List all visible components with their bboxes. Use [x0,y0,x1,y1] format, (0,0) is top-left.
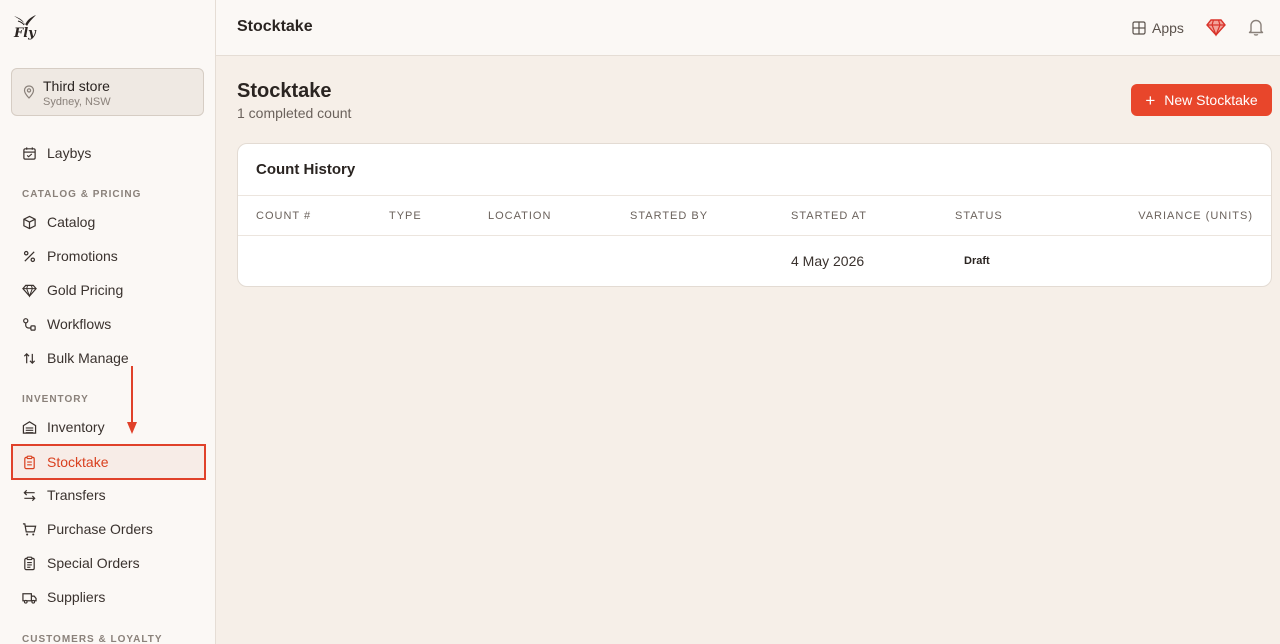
table-header: COUNT # TYPE LOCATION STARTED BY STARTED… [238,195,1271,236]
sidebar-item-label: Purchase Orders [47,521,153,537]
sidebar-item-stocktake[interactable]: Stocktake [11,444,206,480]
sidebar-item-laybys[interactable]: Laybys [11,136,206,170]
truck-icon [21,589,37,605]
percent-icon [21,248,37,264]
cart-icon [21,521,37,537]
top-bar: Stocktake Apps [216,0,1280,56]
page-subtitle: 1 completed count [237,105,352,121]
sidebar-item-label: Stocktake [47,454,109,470]
new-stocktake-button[interactable]: + New Stocktake [1131,84,1272,116]
brand-logo-text: Fly [14,26,36,41]
section-title-inventory: INVENTORY [22,394,89,405]
sidebar-item-label: Promotions [47,248,118,264]
column-header-started-at[interactable]: STARTED AT [791,210,867,222]
apps-label: Apps [1152,20,1184,36]
store-location: Sydney, NSW [43,96,111,108]
sidebar-item-workflows[interactable]: Workflows [11,307,206,341]
diamond-icon [21,282,37,298]
sidebar-item-label: Transfers [47,487,106,503]
section-title-customers: CUSTOMERS & LOYALTY [22,634,163,644]
plus-icon: + [1145,90,1156,110]
store-name: Third store [43,78,110,94]
sidebar-item-bulk-manage[interactable]: Bulk Manage [11,341,206,375]
sidebar-item-label: Laybys [47,145,92,161]
transfer-icon [21,487,37,503]
sidebar-item-promotions[interactable]: Promotions [11,239,206,273]
sidebar-item-transfers[interactable]: Transfers [11,478,206,512]
grid-icon [1132,21,1146,35]
column-header-variance[interactable]: VARIANCE (UNITS) [1138,210,1253,222]
clipboard-icon [21,454,37,470]
status-badge: Draft [964,255,990,267]
column-header-count[interactable]: COUNT # [256,210,311,222]
warehouse-icon [21,419,37,435]
box-icon [21,214,37,230]
apps-button[interactable]: Apps [1132,17,1184,39]
card-title: Count History [256,161,356,178]
sidebar-item-inventory[interactable]: Inventory [11,410,206,444]
bell-icon[interactable] [1246,17,1266,37]
sidebar-item-label: Gold Pricing [47,282,124,298]
column-header-type[interactable]: TYPE [389,210,422,222]
map-pin-icon [23,85,35,99]
sidebar-item-label: Workflows [47,316,112,332]
sidebar: Fly Third store Sydney, NSW Laybys CATAL… [0,0,216,644]
clipboard-list-icon [21,555,37,571]
section-title-catalog: CATALOG & PRICING [22,189,142,200]
count-history-card: Count History COUNT # TYPE LOCATION STAR… [237,143,1272,287]
workflow-icon [21,316,37,332]
calendar-icon [21,145,37,161]
gem-icon[interactable] [1206,17,1226,37]
page-title: Stocktake [237,80,332,102]
cell-started-at: 4 May 2026 [791,253,865,269]
sidebar-item-label: Suppliers [47,589,106,605]
sidebar-item-label: Special Orders [47,555,140,571]
column-header-location[interactable]: LOCATION [488,210,551,222]
sidebar-item-label: Catalog [47,214,96,230]
table-row[interactable]: 4 May 2026 Draft [238,236,1271,286]
sidebar-item-special-orders[interactable]: Special Orders [11,546,206,580]
sidebar-item-catalog[interactable]: Catalog [11,205,206,239]
sidebar-item-suppliers[interactable]: Suppliers [11,580,206,614]
column-header-status[interactable]: STATUS [955,210,1003,222]
sidebar-item-label: Bulk Manage [47,350,129,366]
sidebar-item-label: Inventory [47,419,105,435]
sidebar-item-purchase-orders[interactable]: Purchase Orders [11,512,206,546]
column-header-started-by[interactable]: STARTED BY [630,210,708,222]
sidebar-item-gold-pricing[interactable]: Gold Pricing [11,273,206,307]
arrows-up-down-icon [21,350,37,366]
store-selector[interactable]: Third store Sydney, NSW [11,68,204,116]
header-title: Stocktake [237,18,313,35]
new-stocktake-label: New Stocktake [1164,92,1258,108]
